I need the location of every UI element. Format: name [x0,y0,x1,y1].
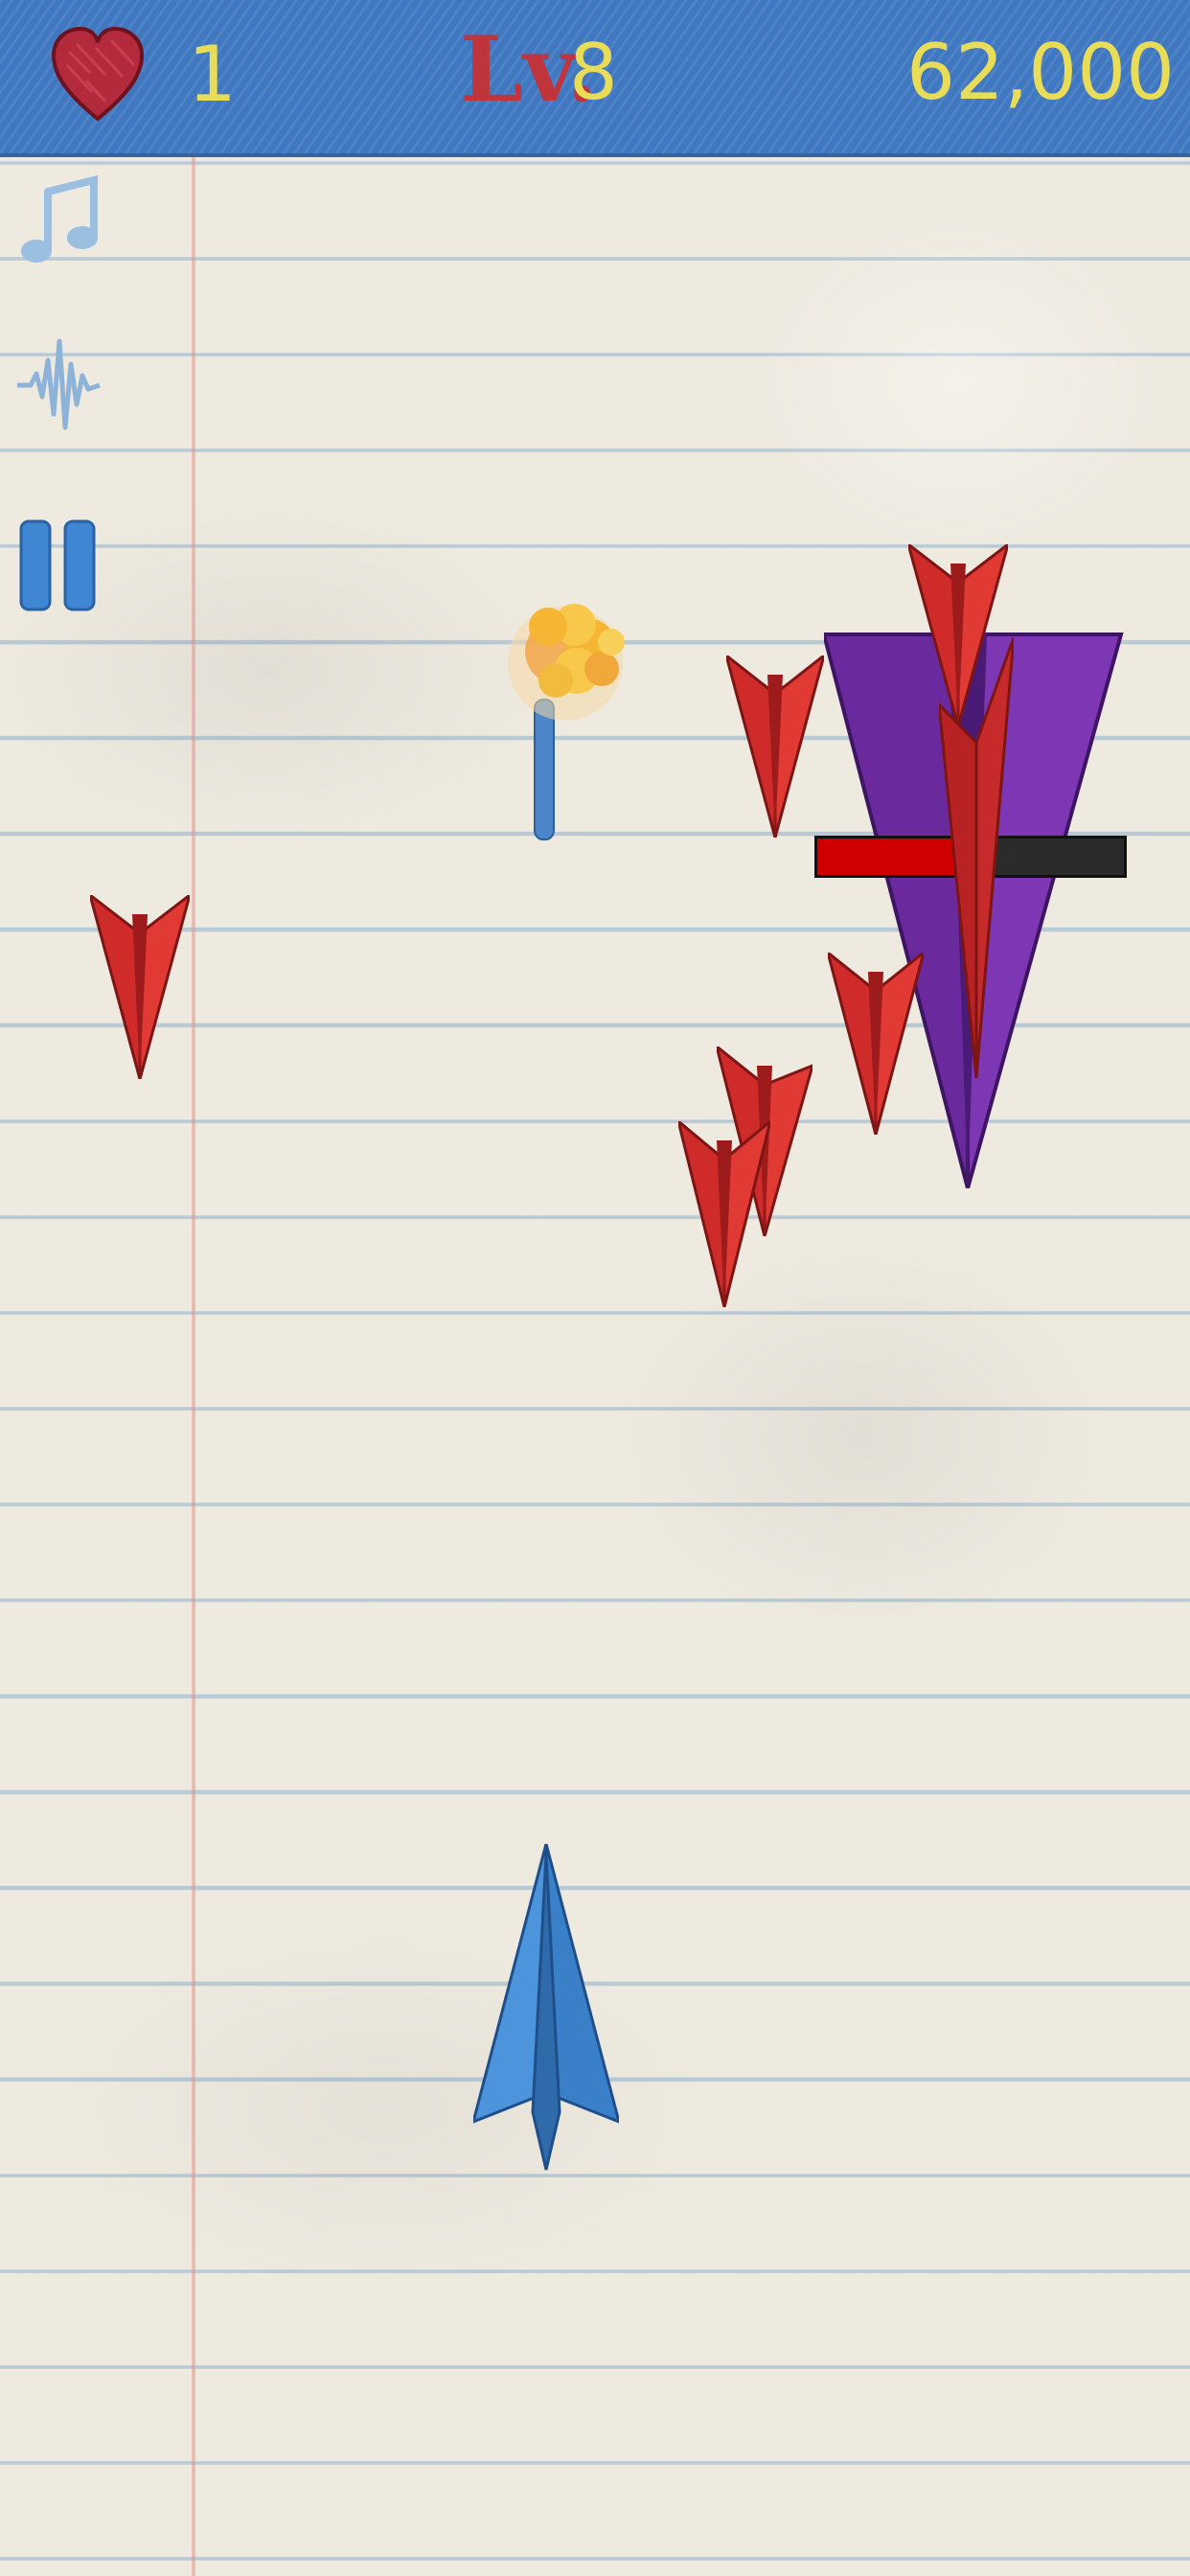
sound-wave-icon[interactable] [13,332,102,437]
level-number: 8 [569,28,618,117]
heart-icon [51,26,145,122]
bullet-explosion [508,604,625,840]
paper-margin-line [192,153,195,2576]
enemy-plane [90,895,190,1079]
enemy-plane [828,953,924,1135]
lives-count: 1 [188,30,237,119]
paper-texture [0,0,1190,2576]
hud-bar: 1 Lv. 8 62,000 [0,0,1190,157]
game-scene[interactable]: 1 Lv. 8 62,000 [0,0,1190,2576]
enemy-plane [939,637,1014,1078]
music-note-icon[interactable] [13,172,102,264]
player-plane[interactable] [473,1844,619,2175]
score-value: 62,000 [906,28,1175,117]
pause-icon[interactable] [13,518,102,613]
enemy-plane [678,1121,770,1307]
enemy-plane [726,656,824,838]
